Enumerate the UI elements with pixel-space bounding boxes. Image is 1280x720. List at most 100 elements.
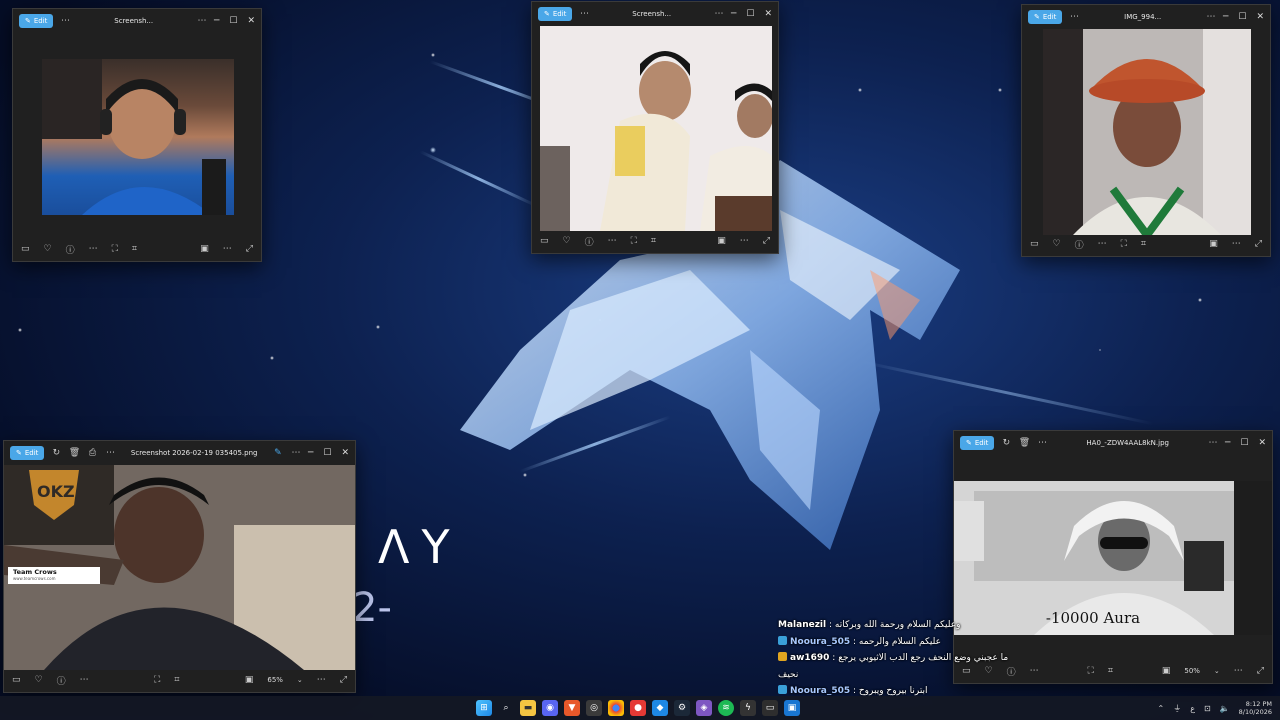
info-icon[interactable]: ⓘ bbox=[1075, 238, 1084, 251]
minimize-icon[interactable]: ─ bbox=[1223, 12, 1228, 22]
more-options-icon[interactable]: ⋯ bbox=[104, 448, 116, 458]
app-icon[interactable]: ● bbox=[630, 700, 646, 716]
file-explorer-icon[interactable]: ▬ bbox=[520, 700, 536, 716]
filmstrip-icon[interactable]: ▭ bbox=[12, 675, 21, 685]
scan-icon[interactable]: ⌗ bbox=[1141, 239, 1146, 249]
slideshow-icon[interactable]: ▣ bbox=[717, 236, 726, 246]
scan-icon[interactable]: ⌗ bbox=[651, 236, 656, 246]
zoom-level[interactable]: 50% bbox=[1184, 667, 1200, 675]
app-icon[interactable]: ◈ bbox=[696, 700, 712, 716]
spotify-icon[interactable]: ≋ bbox=[718, 700, 734, 716]
fit-icon[interactable]: ⛶ bbox=[1121, 239, 1127, 249]
more-options-icon[interactable]: ⋯ bbox=[1030, 666, 1039, 676]
photo-window-3[interactable]: ✎ Edit ⋯ IMG_994... ⋯ ─ ☐ ✕ ▭ ♡ ⓘ ⋯ ⛶ ⌗ ▣… bbox=[1021, 4, 1271, 257]
more-options-icon[interactable]: ⋯ bbox=[89, 244, 98, 254]
maximize-icon[interactable]: ☐ bbox=[1238, 12, 1246, 22]
brave-icon[interactable]: ▼ bbox=[564, 700, 580, 716]
favorite-icon[interactable]: ♡ bbox=[44, 244, 52, 254]
close-icon[interactable]: ✕ bbox=[247, 16, 255, 26]
minimize-icon[interactable]: ─ bbox=[1225, 438, 1230, 448]
minimize-icon[interactable]: ─ bbox=[308, 448, 313, 458]
chrome-icon[interactable] bbox=[608, 700, 624, 716]
slideshow-icon[interactable]: ▣ bbox=[1209, 239, 1218, 249]
more-options-icon[interactable]: ⋯ bbox=[713, 9, 725, 19]
more-options-icon[interactable]: ⋯ bbox=[578, 9, 590, 19]
edit-button[interactable]: ✎ Edit bbox=[960, 436, 995, 450]
volume-icon[interactable]: 🔈 bbox=[1220, 704, 1230, 713]
expand-icon[interactable]: ⤢ bbox=[340, 675, 347, 685]
slideshow-icon[interactable]: ▣ bbox=[200, 244, 209, 254]
rotate-icon[interactable]: ↻ bbox=[50, 448, 62, 458]
edit-button[interactable]: ✎ Edit bbox=[538, 7, 573, 21]
fit-icon[interactable]: ⛶ bbox=[154, 675, 160, 685]
info-icon[interactable]: ⓘ bbox=[66, 243, 75, 256]
more-options-icon[interactable]: ⋯ bbox=[608, 236, 617, 246]
favorite-icon[interactable]: ♡ bbox=[35, 675, 43, 685]
fit-icon[interactable]: ⛶ bbox=[112, 244, 118, 254]
usb-icon[interactable]: ⏚ bbox=[1173, 703, 1181, 714]
delete-icon[interactable]: 🗑 bbox=[68, 448, 80, 458]
expand-icon[interactable]: ⤢ bbox=[1257, 666, 1264, 676]
minimize-icon[interactable]: ─ bbox=[214, 16, 219, 26]
discord-icon[interactable]: ◉ bbox=[542, 700, 558, 716]
minimize-icon[interactable]: ─ bbox=[731, 9, 736, 19]
more-options-icon[interactable]: ⋯ bbox=[1207, 438, 1219, 448]
title-bar[interactable]: ✎ Edit ⋯ Screensh... ⋯ ─ ☐ ✕ bbox=[532, 2, 778, 26]
title-bar[interactable]: ✎ Edit ↻ 🗑 ⎙ ⋯ Screenshot 2026-02-19 0354… bbox=[4, 441, 355, 465]
photo-window-4[interactable]: ✎ Edit ↻ 🗑 ⎙ ⋯ Screenshot 2026-02-19 0354… bbox=[3, 440, 356, 693]
favorite-icon[interactable]: ♡ bbox=[563, 236, 571, 246]
app-icon[interactable]: ϟ bbox=[740, 700, 756, 716]
scan-icon[interactable]: ⌗ bbox=[132, 244, 137, 254]
favorite-icon[interactable]: ♡ bbox=[1053, 239, 1061, 249]
chevron-down-icon[interactable]: ⌄ bbox=[1214, 667, 1220, 675]
title-bar[interactable]: ✎ Edit ↻ 🗑 ⋯ HA0_-ZDW4AAL8kN.jpg ⋯ ─ ☐ ✕ bbox=[954, 431, 1272, 455]
info-icon[interactable]: ⓘ bbox=[57, 674, 66, 687]
chevron-up-icon[interactable]: ⌃ bbox=[1158, 704, 1165, 713]
more-options-icon[interactable]: ⋯ bbox=[1068, 12, 1080, 22]
more-options-icon[interactable]: ⋯ bbox=[196, 16, 208, 26]
photo-window-1[interactable]: ✎ Edit ⋯ Screensh... ⋯ ─ ☐ ✕ ▭ ♡ ⓘ ⋯ ⛶ ⌗ … bbox=[12, 8, 262, 262]
expand-icon[interactable]: ⤢ bbox=[1255, 239, 1262, 249]
title-bar[interactable]: ✎ Edit ⋯ IMG_994... ⋯ ─ ☐ ✕ bbox=[1022, 5, 1270, 29]
more-options-icon[interactable]: ⋯ bbox=[1234, 666, 1243, 676]
close-icon[interactable]: ✕ bbox=[1256, 12, 1264, 22]
info-icon[interactable]: ⓘ bbox=[1007, 665, 1016, 678]
search-icon[interactable]: ⌕ bbox=[498, 700, 514, 716]
photos-icon[interactable]: ▣ bbox=[784, 700, 800, 716]
filmstrip-icon[interactable]: ▭ bbox=[21, 244, 30, 254]
zoom-level[interactable]: 65% bbox=[267, 676, 283, 684]
app-icon[interactable]: ◎ bbox=[586, 700, 602, 716]
start-icon[interactable]: ⊞ bbox=[476, 700, 492, 716]
more-options-icon[interactable]: ⋯ bbox=[740, 236, 749, 246]
steam-icon[interactable]: ⚙ bbox=[674, 700, 690, 716]
edit-button[interactable]: ✎ Edit bbox=[1028, 10, 1063, 24]
more-options-icon[interactable]: ⋯ bbox=[80, 675, 89, 685]
more-options-icon[interactable]: ⋯ bbox=[1205, 12, 1217, 22]
delete-icon[interactable]: 🗑 bbox=[1018, 438, 1030, 448]
filmstrip-icon[interactable]: ▭ bbox=[540, 236, 549, 246]
app-icon[interactable]: ▭ bbox=[762, 700, 778, 716]
more-options-icon[interactable]: ⋯ bbox=[223, 244, 232, 254]
filmstrip-icon[interactable]: ▭ bbox=[1030, 239, 1039, 249]
more-options-icon[interactable]: ⋯ bbox=[317, 675, 326, 685]
more-options-icon[interactable]: ⋯ bbox=[59, 16, 71, 26]
maximize-icon[interactable]: ☐ bbox=[746, 9, 754, 19]
rotate-icon[interactable]: ↻ bbox=[1000, 438, 1012, 448]
chevron-down-icon[interactable]: ⌄ bbox=[297, 676, 303, 684]
maximize-icon[interactable]: ☐ bbox=[229, 16, 237, 26]
slideshow-icon[interactable]: ▣ bbox=[1162, 666, 1171, 676]
language-indicator[interactable]: ع bbox=[1190, 704, 1195, 713]
maximize-icon[interactable]: ☐ bbox=[323, 448, 331, 458]
photo-window-2[interactable]: ✎Edit ⋯ Screensh... ⋯ ─ ☐ ✕ ▭ ♡ ⓘ ⋯ ⛶ ⌗ bbox=[531, 1, 779, 254]
scan-icon[interactable]: ⌗ bbox=[1108, 666, 1113, 676]
more-options-icon[interactable]: ⋯ bbox=[1036, 438, 1048, 448]
slideshow-icon[interactable]: ▣ bbox=[245, 675, 254, 685]
close-icon[interactable]: ✕ bbox=[341, 448, 349, 458]
expand-icon[interactable]: ⤢ bbox=[763, 236, 770, 246]
print-icon[interactable]: ⎙ bbox=[86, 448, 98, 458]
expand-icon[interactable]: ⤢ bbox=[246, 244, 253, 254]
maximize-icon[interactable]: ☐ bbox=[1240, 438, 1248, 448]
edit-button[interactable]: ✎ Edit bbox=[10, 446, 45, 460]
more-options-icon[interactable]: ⋯ bbox=[1232, 239, 1241, 249]
network-icon[interactable]: ⊡ bbox=[1204, 704, 1211, 713]
